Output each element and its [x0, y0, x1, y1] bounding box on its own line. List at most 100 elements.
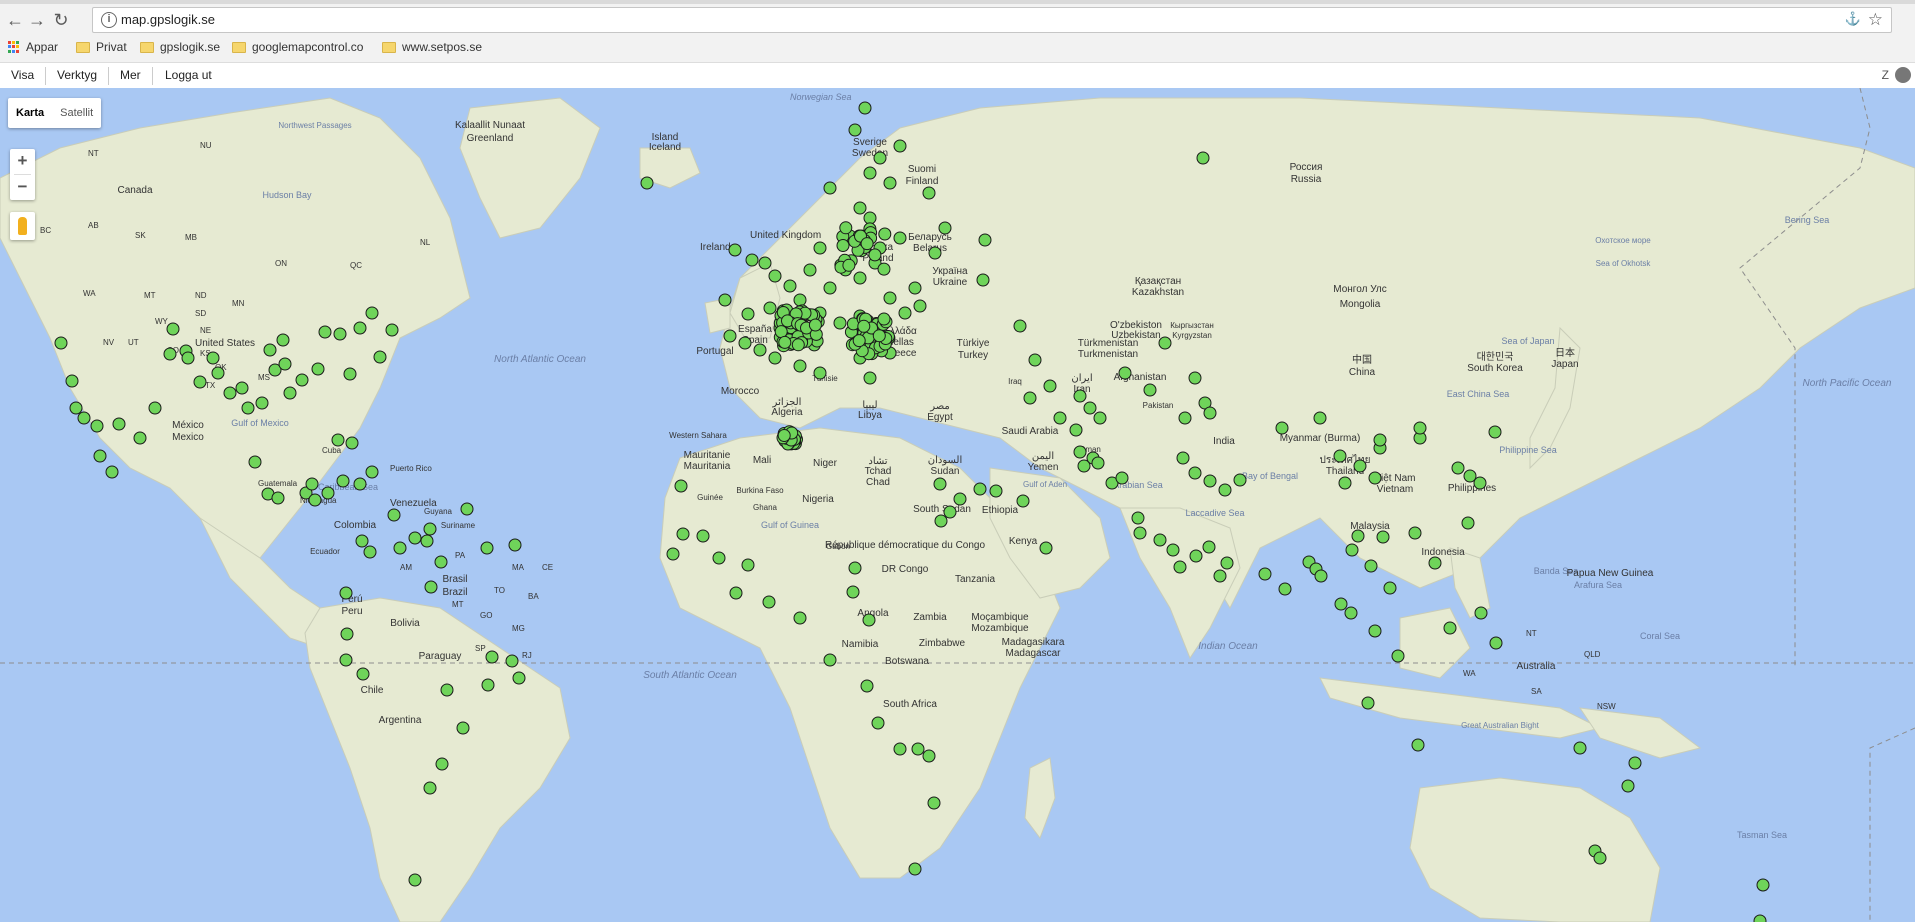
location-marker[interactable]	[408, 873, 422, 887]
location-marker[interactable]	[1178, 411, 1192, 425]
location-marker[interactable]	[674, 479, 688, 493]
location-marker[interactable]	[803, 263, 817, 277]
location-marker[interactable]	[373, 350, 387, 364]
location-marker[interactable]	[148, 401, 162, 415]
location-marker[interactable]	[343, 367, 357, 381]
location-marker[interactable]	[1131, 511, 1145, 525]
location-marker[interactable]	[871, 716, 885, 730]
location-marker[interactable]	[333, 327, 347, 341]
location-marker[interactable]	[93, 449, 107, 463]
location-marker[interactable]	[1278, 582, 1292, 596]
location-marker[interactable]	[355, 534, 369, 548]
location-marker[interactable]	[1073, 389, 1087, 403]
location-marker[interactable]	[718, 293, 732, 307]
location-marker[interactable]	[1153, 533, 1167, 547]
location-marker[interactable]	[640, 176, 654, 190]
location-marker[interactable]	[1023, 391, 1037, 405]
menu-visa[interactable]: Visa	[11, 68, 34, 82]
location-marker[interactable]	[793, 359, 807, 373]
location-marker[interactable]	[1028, 353, 1042, 367]
zoom-out-button[interactable]: −	[10, 175, 35, 200]
location-marker[interactable]	[235, 381, 249, 395]
location-marker[interactable]	[1361, 696, 1375, 710]
location-marker[interactable]	[741, 307, 755, 321]
location-marker[interactable]	[774, 325, 788, 339]
location-marker[interactable]	[166, 322, 180, 336]
bookmark-privat[interactable]: Privat	[76, 40, 127, 54]
site-info-icon[interactable]: i	[101, 12, 117, 28]
location-marker[interactable]	[65, 374, 79, 388]
location-marker[interactable]	[385, 323, 399, 337]
location-marker[interactable]	[978, 233, 992, 247]
location-marker[interactable]	[1411, 738, 1425, 752]
location-marker[interactable]	[676, 527, 690, 541]
location-marker[interactable]	[868, 248, 882, 262]
location-marker[interactable]	[883, 291, 897, 305]
location-marker[interactable]	[913, 299, 927, 313]
location-marker[interactable]	[1351, 529, 1365, 543]
location-marker[interactable]	[745, 253, 759, 267]
location-marker[interactable]	[1473, 476, 1487, 490]
location-marker[interactable]	[878, 227, 892, 241]
location-marker[interactable]	[440, 683, 454, 697]
location-marker[interactable]	[858, 101, 872, 115]
location-marker[interactable]	[181, 351, 195, 365]
location-marker[interactable]	[420, 534, 434, 548]
location-marker[interactable]	[1368, 624, 1382, 638]
location-marker[interactable]	[728, 243, 742, 257]
location-marker[interactable]	[1413, 421, 1427, 435]
location-marker[interactable]	[762, 595, 776, 609]
location-marker[interactable]	[339, 586, 353, 600]
location-marker[interactable]	[1489, 636, 1503, 650]
location-marker[interactable]	[305, 477, 319, 491]
location-marker[interactable]	[340, 627, 354, 641]
bookmark-gpslogik[interactable]: gpslogik.se	[140, 40, 220, 54]
street-view-pegman-icon[interactable]	[10, 212, 35, 240]
location-marker[interactable]	[1314, 569, 1328, 583]
location-marker[interactable]	[1353, 459, 1367, 473]
location-marker[interactable]	[938, 221, 952, 235]
location-marker[interactable]	[206, 351, 220, 365]
location-marker[interactable]	[480, 541, 494, 555]
location-marker[interactable]	[1338, 476, 1352, 490]
address-bar[interactable]: i map.gpslogik.se ⚓ ☆	[92, 7, 1892, 33]
location-marker[interactable]	[842, 258, 856, 272]
location-marker[interactable]	[211, 366, 225, 380]
location-marker[interactable]	[793, 611, 807, 625]
location-marker[interactable]	[1345, 543, 1359, 557]
location-marker[interactable]	[271, 491, 285, 505]
location-marker[interactable]	[1043, 379, 1057, 393]
location-marker[interactable]	[712, 551, 726, 565]
location-marker[interactable]	[481, 678, 495, 692]
location-marker[interactable]	[278, 357, 292, 371]
bookmark-apps[interactable]: Appar	[8, 40, 58, 54]
location-marker[interactable]	[863, 166, 877, 180]
address-url[interactable]: map.gpslogik.se	[121, 12, 215, 27]
globe-icon[interactable]	[1895, 67, 1911, 83]
location-marker[interactable]	[928, 246, 942, 260]
location-marker[interactable]	[460, 502, 474, 516]
location-marker[interactable]	[1258, 567, 1272, 581]
location-marker[interactable]	[1275, 421, 1289, 435]
location-marker[interactable]	[339, 653, 353, 667]
location-marker[interactable]	[1344, 606, 1358, 620]
location-marker[interactable]	[1218, 483, 1232, 497]
location-marker[interactable]	[1333, 449, 1347, 463]
location-marker[interactable]	[927, 796, 941, 810]
location-marker[interactable]	[922, 186, 936, 200]
location-marker[interactable]	[1158, 336, 1172, 350]
location-marker[interactable]	[1115, 471, 1129, 485]
location-marker[interactable]	[839, 221, 853, 235]
location-marker[interactable]	[353, 477, 367, 491]
location-marker[interactable]	[1373, 433, 1387, 447]
location-marker[interactable]	[989, 484, 1003, 498]
menu-mer[interactable]: Mer	[120, 68, 141, 82]
location-marker[interactable]	[823, 181, 837, 195]
location-marker[interactable]	[893, 139, 907, 153]
location-marker[interactable]	[363, 545, 377, 559]
location-marker[interactable]	[1461, 516, 1475, 530]
location-marker[interactable]	[763, 301, 777, 315]
location-marker[interactable]	[1196, 151, 1210, 165]
location-marker[interactable]	[1621, 779, 1635, 793]
location-marker[interactable]	[848, 561, 862, 575]
